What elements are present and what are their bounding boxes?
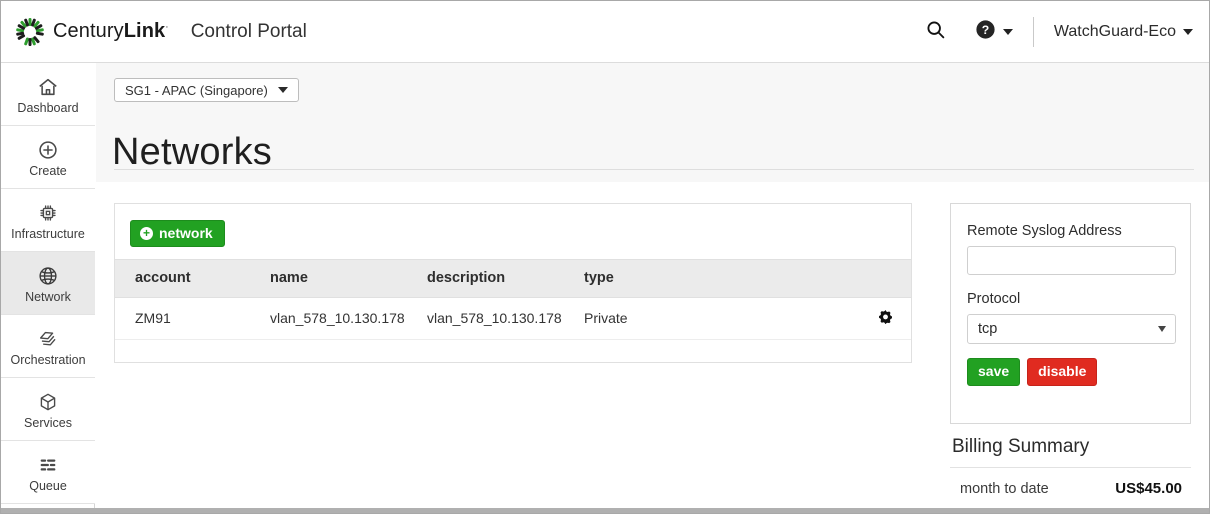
account-menu-button[interactable]: WatchGuard-Eco — [1054, 23, 1193, 41]
sidebar-item-label: Services — [24, 417, 72, 430]
syslog-address-input[interactable] — [967, 246, 1176, 275]
sidebar-item-label: Orchestration — [10, 354, 85, 367]
cell-account: ZM91 — [115, 298, 270, 340]
chevron-down-icon — [278, 87, 288, 93]
chip-icon — [37, 201, 59, 225]
centurylink-sunburst-logo-icon — [15, 17, 45, 47]
brand-name-light: Century — [53, 20, 124, 42]
chevron-down-icon — [1003, 29, 1013, 35]
svg-text:?: ? — [982, 22, 989, 36]
column-header-type[interactable]: type — [584, 260, 839, 298]
page-header-divider — [114, 169, 1194, 170]
top-bar-actions: ? WatchGuard-Eco — [919, 1, 1193, 62]
column-header-actions — [839, 260, 911, 298]
disable-button[interactable]: disable — [1027, 358, 1097, 386]
syslog-protocol-label: Protocol — [967, 291, 1174, 307]
brand-registered-mark: · — [165, 21, 168, 32]
top-bar-divider — [1033, 17, 1034, 47]
sidebar-item-label: Queue — [29, 480, 67, 493]
page-header: SG1 - APAC (Singapore) Networks — [96, 63, 1209, 183]
main-content: + network account name description type … — [96, 184, 1209, 514]
column-header-account[interactable]: account — [115, 260, 270, 298]
cell-description: vlan_578_10.130.178 — [427, 298, 584, 340]
add-network-button-label: network — [159, 226, 213, 240]
networks-table-body: ZM91 vlan_578_10.130.178 vlan_578_10.130… — [115, 298, 911, 340]
sidebar-item-create[interactable]: Create — [1, 126, 95, 189]
sidebar-item-network[interactable]: Network — [1, 252, 95, 315]
plus-circle-icon — [37, 138, 59, 162]
page-title: Networks — [112, 132, 272, 174]
syslog-protocol-value: tcp — [978, 321, 997, 337]
syslog-protocol-select[interactable]: tcp — [967, 314, 1176, 344]
save-button[interactable]: save — [967, 358, 1020, 386]
gear-icon[interactable] — [878, 309, 893, 326]
sidebar-item-label: Dashboard — [17, 102, 78, 115]
sidebar-item-queue[interactable]: Queue — [1, 441, 95, 504]
brand-logo-area[interactable]: CenturyLink· — [15, 17, 169, 47]
home-icon — [37, 75, 59, 99]
billing-row-value: US$45.00 — [1115, 480, 1182, 497]
syslog-action-buttons: save disable — [967, 358, 1174, 386]
chevron-down-icon — [1158, 326, 1166, 332]
table-row[interactable]: ZM91 vlan_578_10.130.178 vlan_578_10.130… — [115, 298, 911, 340]
search-button[interactable] — [919, 15, 953, 49]
window-bottom-edge — [1, 508, 1209, 513]
billing-summary: Billing Summary month to date US$45.00 — [950, 436, 1191, 497]
globe-icon — [37, 264, 59, 288]
networks-card: + network account name description type … — [114, 203, 912, 363]
billing-row: month to date US$45.00 — [950, 468, 1191, 497]
help-menu-button[interactable]: ? — [975, 19, 1013, 45]
search-icon — [925, 19, 946, 45]
help-circle-icon: ? — [975, 19, 996, 45]
layers-icon — [37, 327, 59, 351]
sidebar-item-label: Create — [29, 165, 67, 178]
networks-table: account name description type ZM91 vlan_… — [115, 259, 911, 340]
sidebar-item-orchestration[interactable]: Orchestration — [1, 315, 95, 378]
app-title: Control Portal — [191, 21, 307, 43]
chevron-down-icon — [1183, 29, 1193, 35]
remote-syslog-panel-body: Remote Syslog Address Protocol tcp save … — [951, 204, 1190, 386]
region-selector[interactable]: SG1 - APAC (Singapore) — [114, 78, 299, 102]
add-network-button[interactable]: + network — [130, 220, 225, 247]
primary-sidebar: Dashboard Create — [1, 63, 95, 514]
remote-syslog-panel: Remote Syslog Address Protocol tcp save … — [950, 203, 1191, 424]
syslog-address-label: Remote Syslog Address — [967, 223, 1174, 239]
table-header-row: account name description type — [115, 260, 911, 298]
top-bar: CenturyLink· Control Portal ? — [1, 1, 1209, 63]
billing-summary-title: Billing Summary — [952, 436, 1191, 458]
cell-actions — [839, 298, 911, 340]
billing-row-label: month to date — [960, 481, 1049, 497]
networks-table-header: account name description type — [115, 260, 911, 298]
sidebar-item-label: Infrastructure — [11, 228, 85, 241]
column-header-description[interactable]: description — [427, 260, 584, 298]
cube-icon — [37, 390, 59, 414]
sidebar-item-services[interactable]: Services — [1, 378, 95, 441]
column-header-name[interactable]: name — [270, 260, 427, 298]
cell-type: Private — [584, 298, 839, 340]
sidebar-item-infrastructure[interactable]: Infrastructure — [1, 189, 95, 252]
plus-circle-icon: + — [140, 227, 153, 240]
brand-wordmark: CenturyLink· — [53, 20, 169, 43]
sidebar-item-dashboard[interactable]: Dashboard — [1, 63, 95, 126]
region-selector-label: SG1 - APAC (Singapore) — [125, 83, 268, 98]
queue-list-icon — [37, 453, 59, 477]
control-portal-window: CenturyLink· Control Portal ? — [0, 0, 1210, 514]
cell-name: vlan_578_10.130.178 — [270, 298, 427, 340]
brand-name-bold: Link — [124, 20, 166, 42]
account-name-label: WatchGuard-Eco — [1054, 23, 1176, 41]
sidebar-item-label: Network — [25, 291, 71, 304]
